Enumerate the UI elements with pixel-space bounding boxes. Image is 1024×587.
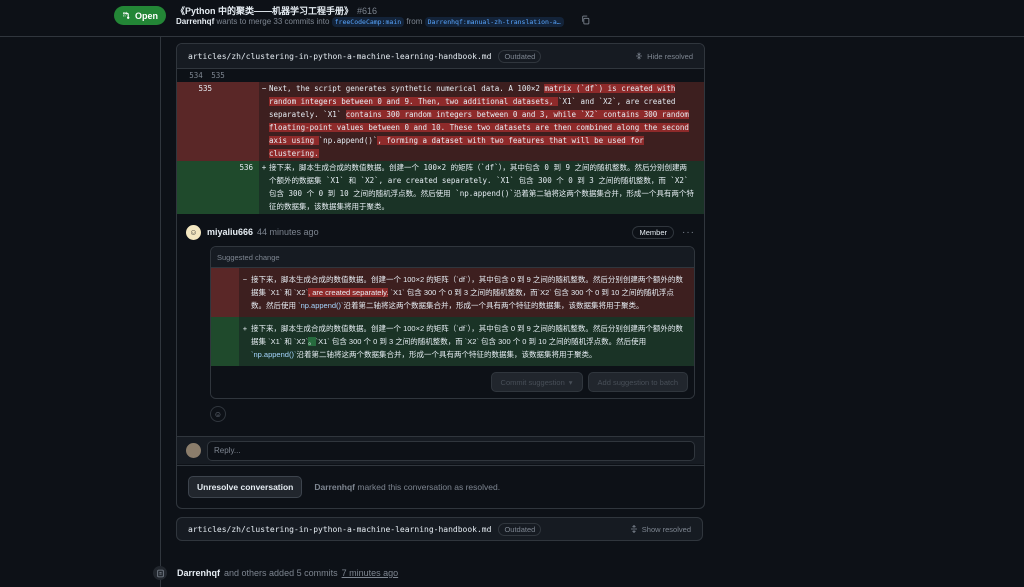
- outdated-badge: Outdated: [498, 522, 542, 536]
- repo-push-icon: [156, 569, 164, 577]
- add-to-batch-button[interactable]: Add suggestion to batch: [587, 372, 688, 392]
- event-text: and others added 5 commits: [224, 568, 338, 578]
- line-number-header: 534 535: [177, 69, 704, 82]
- reply-input[interactable]: Reply...: [207, 440, 695, 461]
- added-code: 接下来，脚本生成合成的数值数据。创建一个 100×2 的矩阵（`df`），其中包…: [269, 161, 704, 214]
- pr-number: #616: [357, 6, 378, 16]
- pr-merge-text: wants to merge 33 commits into: [216, 17, 330, 26]
- show-resolved-button[interactable]: Show resolved: [630, 525, 691, 534]
- kebab-menu-icon[interactable]: ···: [682, 227, 695, 238]
- commit-suggestion-label: Commit suggestion: [500, 377, 565, 387]
- added-line: 536 + 接下来，脚本生成合成的数值数据。创建一个 100×2 的矩阵（`df…: [177, 161, 704, 214]
- copy-icon[interactable]: [581, 15, 590, 25]
- outdated-badge: Outdated: [498, 49, 542, 63]
- sugg-add-1: 。: [308, 337, 316, 346]
- add-line-empty: [177, 161, 218, 214]
- comment-time[interactable]: 44 minutes ago: [257, 227, 319, 237]
- deleted-line: 535 − Next, the script generates synthet…: [177, 82, 704, 161]
- commit-suggestion-button[interactable]: Commit suggestion ▾: [490, 372, 583, 392]
- sugg-del-1: , are created separately.: [308, 288, 389, 297]
- collapsed-thread: articles/zh/clustering-in-python-a-machi…: [176, 517, 703, 541]
- event-time[interactable]: 7 minutes ago: [342, 568, 399, 578]
- sugg-add-code: + 接下来，脚本生成合成的数值数据。创建一个 100×2 的矩阵（`df`），其中…: [239, 317, 694, 366]
- resolve-actor[interactable]: Darrenhqf: [314, 482, 355, 492]
- pr-from-text: from: [406, 17, 423, 26]
- add-line-number: 536: [218, 161, 259, 214]
- del-line-empty: [218, 82, 259, 161]
- timeline-event: Darrenhqf and others added 5 commits 7 m…: [153, 566, 398, 580]
- event-actor[interactable]: Darrenhqf: [177, 568, 220, 578]
- plus-sign: +: [242, 324, 248, 333]
- head-branch[interactable]: Darrenhqf:manual-zh-translation-a…: [424, 17, 564, 27]
- resolved-message: Darrenhqf marked this conversation as re…: [314, 482, 500, 492]
- file-path[interactable]: articles/zh/clustering-in-python-a-machi…: [188, 525, 491, 534]
- deleted-code: Next, the script generates synthetic num…: [269, 82, 704, 161]
- avatar: [186, 443, 201, 458]
- sugg-add-4: 沿着第二轴将这两个数据集合并，形成一个具有两个特征的数据集，该数据集将用于聚类。: [296, 350, 597, 359]
- pull-request-icon: [123, 11, 130, 19]
- review-comment: ☺ miyaliu666 44 minutes ago Member ··· S…: [177, 214, 704, 422]
- line-old-number: 534: [189, 71, 203, 80]
- unresolve-conversation-button[interactable]: Unresolve conversation: [188, 476, 303, 498]
- base-branch[interactable]: freeCodeCamp:main: [331, 17, 405, 27]
- sugg-add-3: `np.append()`: [251, 350, 297, 359]
- del-part-0: Next, the script generates synthetic num…: [269, 84, 545, 93]
- pr-title-text[interactable]: 《Python 中的聚类——机器学习工程手册》: [176, 6, 353, 16]
- resolve-text: marked this conversation as resolved.: [357, 482, 501, 492]
- del-part-4: `np.append()`: [318, 136, 378, 145]
- member-badge: Member: [632, 225, 674, 239]
- sugg-del-text: 接下来，脚本生成合成的数值数据。创建一个 100×2 的矩阵（`df`），其中包…: [251, 273, 684, 312]
- pr-state-label: Open: [135, 10, 159, 21]
- unfold-icon: [630, 525, 637, 533]
- sugg-add-text: 接下来，脚本生成合成的数值数据。创建一个 100×2 的矩阵（`df`），其中包…: [251, 322, 684, 361]
- suggestion-added: + 接下来，脚本生成合成的数值数据。创建一个 100×2 的矩阵（`df`），其中…: [211, 317, 694, 366]
- pr-state-badge: Open: [114, 6, 167, 25]
- pr-header: Open 《Python 中的聚类——机器学习工程手册》 #616 Darrenh…: [0, 0, 1024, 37]
- file-path[interactable]: articles/zh/clustering-in-python-a-machi…: [188, 52, 491, 61]
- resolve-row: Unresolve conversation Darrenhqf marked …: [177, 465, 704, 508]
- sugg-del-code: − 接下来，脚本生成合成的数值数据。创建一个 100×2 的矩阵（`df`），其中…: [239, 268, 694, 317]
- minus-sign: −: [242, 275, 248, 284]
- suggestion-header: Suggested change: [211, 247, 694, 268]
- suggestion-footer: Commit suggestion ▾ Add suggestion to bat…: [211, 366, 694, 398]
- file-header: articles/zh/clustering-in-python-a-machi…: [177, 44, 704, 69]
- suggestion-deleted: − 接下来，脚本生成合成的数值数据。创建一个 100×2 的矩阵（`df`），其中…: [211, 268, 694, 317]
- line-new-number: 535: [211, 71, 225, 80]
- plus-sign: +: [259, 161, 269, 214]
- hide-resolved-button[interactable]: Hide resolved: [635, 52, 693, 61]
- chevron-down-icon: ▾: [568, 377, 573, 387]
- comment-header: ☺ miyaliu666 44 minutes ago Member ···: [186, 224, 695, 240]
- hide-resolved-label: Hide resolved: [647, 51, 693, 61]
- pr-author[interactable]: Darrenhqf: [176, 17, 214, 26]
- fold-icon: [636, 52, 643, 60]
- minus-sign: −: [259, 82, 269, 161]
- sugg-del-gutter: [211, 268, 239, 317]
- suggested-change: Suggested change − 接下来，脚本生成合成的数值数据。创建一个 1…: [210, 246, 695, 399]
- del-line-number: 535: [177, 82, 218, 161]
- comment-author[interactable]: miyaliu666: [207, 227, 253, 237]
- show-resolved-label: Show resolved: [641, 524, 691, 534]
- commit-icon: [153, 566, 167, 580]
- smiley-icon[interactable]: ☺: [210, 406, 226, 422]
- review-thread: articles/zh/clustering-in-python-a-machi…: [176, 43, 705, 509]
- sugg-del-3: `np.append()`: [298, 301, 344, 310]
- sugg-del-4: 沿着第二轴将这两个数据集合并，形成一个具有两个特征的数据集，该数据集将用于聚类。: [343, 301, 644, 310]
- timeline-line: [160, 36, 161, 587]
- pr-title: 《Python 中的聚类——机器学习工程手册》 #616: [176, 4, 377, 17]
- reply-row: Reply...: [177, 436, 704, 464]
- sugg-add-gutter: [211, 317, 239, 366]
- pr-subtitle: Darrenhqf wants to merge 33 commits into…: [176, 17, 564, 27]
- avatar[interactable]: ☺: [186, 224, 201, 240]
- sugg-add-2: `X1` 包含 300 个 0 到 3 之间的随机整数，而 `X2` 包含 30…: [315, 337, 647, 346]
